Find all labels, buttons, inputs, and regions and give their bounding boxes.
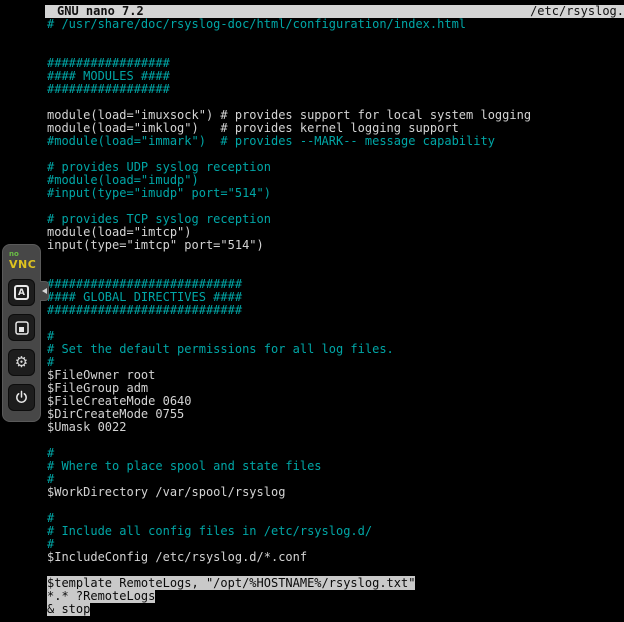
editor-line-text: # /usr/share/doc/rsyslog-doc/html/config…: [47, 17, 466, 31]
fullscreen-icon: [14, 320, 30, 336]
editor-line-text: ###########################: [47, 303, 242, 317]
editor-line-text: #### MODULES ####: [47, 69, 170, 83]
editor-line: $Umask 0022: [47, 421, 624, 434]
editor-line-text: $WorkDirectory /var/spool/rsyslog: [47, 485, 285, 499]
editor-line-text: # Where to place spool and state files: [47, 459, 322, 473]
power-button[interactable]: [8, 384, 35, 411]
editor-line-text: $DirCreateMode 0755: [47, 407, 184, 421]
editor-line-text: #: [47, 329, 54, 343]
editor-line: $DirCreateMode 0755: [47, 408, 624, 421]
editor-line-text: #: [47, 537, 54, 551]
editor-line-text: ###########################: [47, 277, 242, 291]
novnc-logo-no: no: [9, 250, 40, 258]
editor-line-text: module(load="imtcp"): [47, 225, 192, 239]
editor-line: $IncludeConfig /etc/rsyslog.d/*.conf: [47, 551, 624, 564]
editor-line: [47, 434, 624, 447]
editor-line-text: module(load="imklog") # provides kernel …: [47, 121, 459, 135]
editor-line: # Where to place spool and state files: [47, 460, 624, 473]
power-icon: [14, 390, 29, 405]
editor-line: # Include all config files in /etc/rsysl…: [47, 525, 624, 538]
editor-line-text: $FileGroup adm: [47, 381, 148, 395]
editor-line-text: #: [47, 355, 54, 369]
extra-keys-button[interactable]: A: [8, 279, 35, 306]
editor-line: [47, 317, 624, 330]
control-bar-handle[interactable]: [40, 281, 49, 301]
editor-line-text: $FileCreateMode 0640: [47, 394, 192, 408]
editor-line: [47, 252, 624, 265]
fullscreen-button[interactable]: [8, 314, 35, 341]
editor-line: & stop: [47, 603, 624, 616]
editor-line-text: module(load="imuxsock") # provides suppo…: [47, 108, 531, 122]
editor-line-text: $FileOwner root: [47, 368, 155, 382]
editor-line: [47, 499, 624, 512]
editor-line-text: $Umask 0022: [47, 420, 126, 434]
editor-line-text: #################: [47, 56, 170, 70]
desktop-screen: GNU nano 7.2 /etc/rsyslog. # /usr/share/…: [0, 0, 624, 622]
nano-filename-label: /etc/rsyslog.: [530, 5, 624, 18]
editor-body[interactable]: # /usr/share/doc/rsyslog-doc/html/config…: [45, 18, 624, 616]
editor-line-text: input(type="imtcp" port="514"): [47, 238, 264, 252]
editor-line-text: #: [47, 472, 54, 486]
editor-line-text: $template RemoteLogs, "/opt/%HOSTNAME%/r…: [47, 576, 415, 590]
gear-icon: ⚙: [15, 355, 28, 370]
terminal-window: GNU nano 7.2 /etc/rsyslog. # /usr/share/…: [45, 5, 624, 622]
settings-button[interactable]: ⚙: [8, 349, 35, 376]
editor-line-text: *.* ?RemoteLogs: [47, 589, 155, 603]
novnc-logo-vnc: VNC: [9, 258, 40, 271]
editor-line: #################: [47, 83, 624, 96]
editor-line-text: #################: [47, 82, 170, 96]
editor-line: $WorkDirectory /var/spool/rsyslog: [47, 486, 624, 499]
editor-line: ###########################: [47, 304, 624, 317]
novnc-logo: no VNC: [3, 250, 40, 271]
editor-line-text: # provides TCP syslog reception: [47, 212, 271, 226]
editor-line: #module(load="immark") # provides --MARK…: [47, 135, 624, 148]
editor-line: # Set the default permissions for all lo…: [47, 343, 624, 356]
editor-line-text: # provides UDP syslog reception: [47, 160, 271, 174]
editor-line-text: # Include all config files in /etc/rsysl…: [47, 524, 372, 538]
editor-line: [47, 31, 624, 44]
editor-line-text: #input(type="imudp" port="514"): [47, 186, 271, 200]
novnc-control-bar: no VNC A ⚙: [2, 244, 41, 422]
editor-line-text: #: [47, 511, 54, 525]
editor-line: # /usr/share/doc/rsyslog-doc/html/config…: [47, 18, 624, 31]
keyboard-a-icon: A: [14, 285, 29, 300]
editor-line: #input(type="imudp" port="514"): [47, 187, 624, 200]
editor-line-text: # Set the default permissions for all lo…: [47, 342, 394, 356]
editor-line-text: $IncludeConfig /etc/rsyslog.d/*.conf: [47, 550, 307, 564]
editor-line: *.* ?RemoteLogs: [47, 590, 624, 603]
collapse-arrow-icon: [42, 288, 47, 294]
editor-line-text: #### GLOBAL DIRECTIVES ####: [47, 290, 242, 304]
editor-line-text: #module(load="immark") # provides --MARK…: [47, 134, 495, 148]
editor-line-text: & stop: [47, 602, 90, 616]
editor-line-text: #: [47, 446, 54, 460]
editor-line: input(type="imtcp" port="514"): [47, 239, 624, 252]
editor-line-text: #module(load="imudp"): [47, 173, 199, 187]
